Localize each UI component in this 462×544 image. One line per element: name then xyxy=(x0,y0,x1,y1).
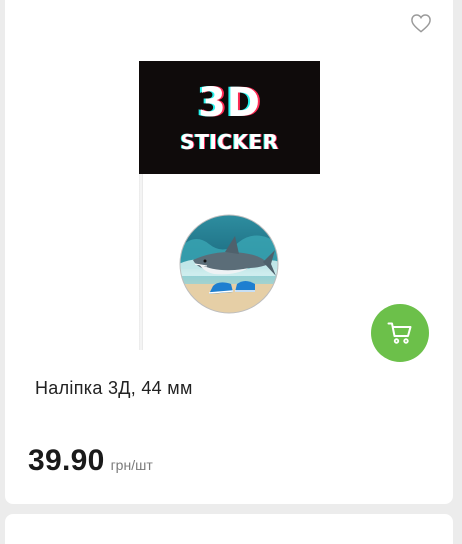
product-card[interactable]: 3D STICKER Наліпка 3Д, 44 мм 39.90 грн/ш… xyxy=(5,0,453,504)
favorite-button[interactable] xyxy=(407,10,435,36)
flag-stick xyxy=(139,170,143,350)
next-product-card xyxy=(5,514,453,544)
flag-line-1: 3D xyxy=(197,79,262,126)
cart-icon xyxy=(387,322,412,344)
price-unit: грн/шт xyxy=(110,457,153,473)
flag-line-2: STICKER xyxy=(180,129,279,154)
product-title[interactable]: Наліпка 3Д, 44 мм xyxy=(35,378,193,399)
add-to-cart-button[interactable] xyxy=(371,304,429,362)
product-price: 39.90 грн/шт xyxy=(28,444,153,478)
heart-icon xyxy=(411,14,431,33)
price-value: 39.90 xyxy=(28,444,105,477)
shark-sticker-image xyxy=(179,214,279,314)
flag-banner: 3D STICKER xyxy=(139,61,320,174)
